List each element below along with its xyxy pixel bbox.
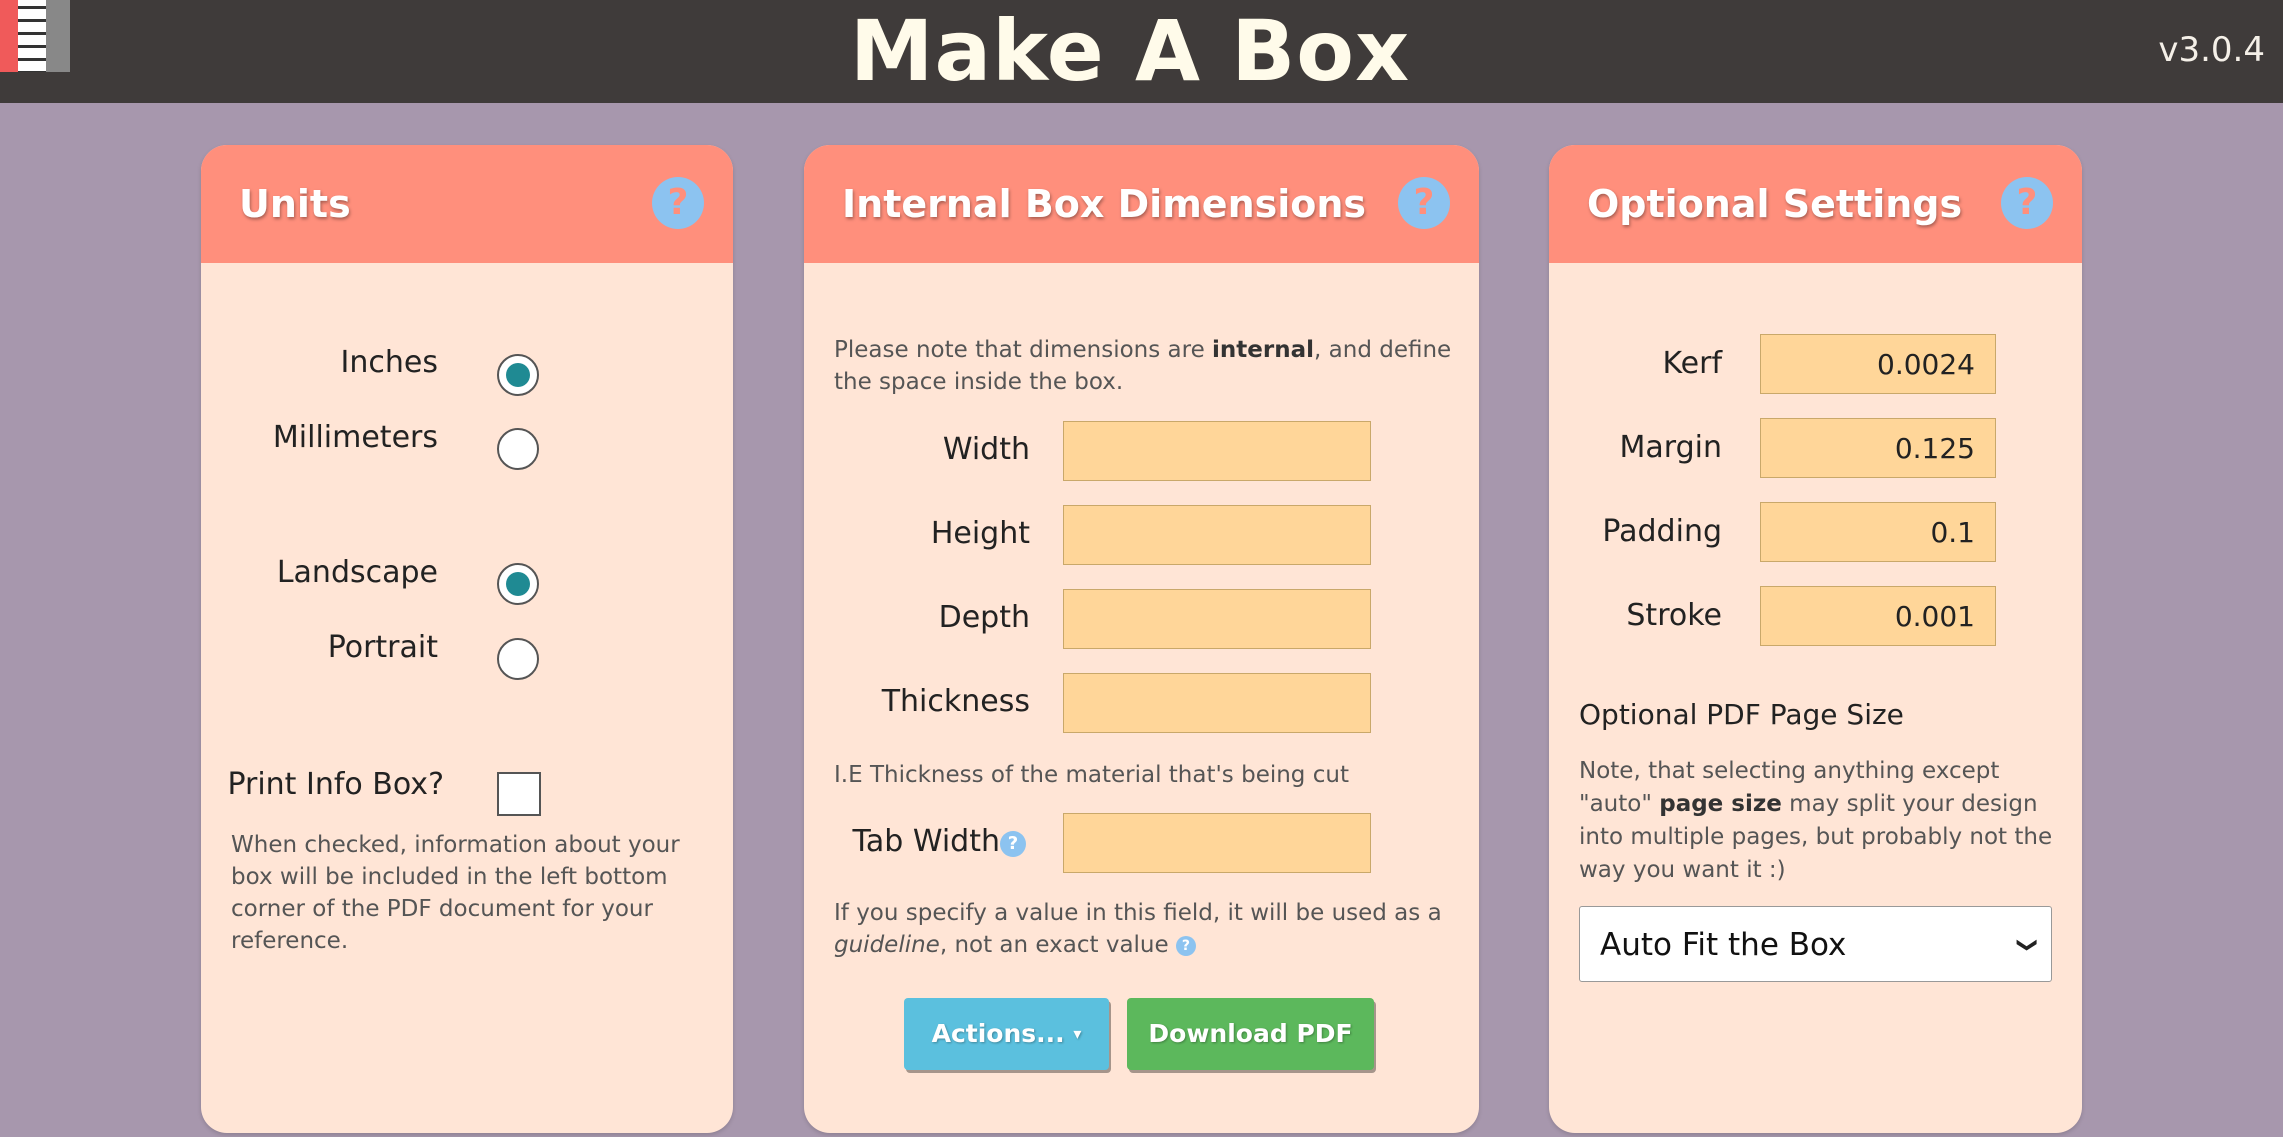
actions-dropdown-button[interactable]: Actions... ▾ — [904, 998, 1109, 1070]
height-input[interactable] — [1063, 505, 1371, 565]
kerf-label: Kerf — [1662, 346, 1722, 381]
pdf-page-size-note: Note, that selecting anything except "au… — [1579, 758, 2053, 883]
stroke-label: Stroke — [1626, 598, 1722, 633]
print-info-checkbox[interactable] — [497, 772, 541, 816]
page-size-selected: Auto Fit the Box — [1600, 927, 1847, 963]
width-input[interactable] — [1063, 421, 1371, 481]
tab-width-help-icon[interactable]: ? — [1000, 831, 1026, 857]
dimensions-title: Internal Box Dimensions — [842, 182, 1367, 226]
tab-width-label: Tab Width — [852, 824, 1000, 859]
optional-card-header: Optional Settings ? — [1549, 145, 2082, 263]
width-label: Width — [942, 432, 1030, 467]
inches-radio[interactable] — [497, 354, 539, 396]
stroke-input[interactable]: 0.001 — [1760, 586, 1996, 646]
depth-input[interactable] — [1063, 589, 1371, 649]
caret-down-icon: ▾ — [1073, 1024, 1082, 1043]
optional-settings-card: Optional Settings ? Kerf 0.0024 Margin 0… — [1549, 145, 2082, 1133]
pdf-page-size-heading: Optional PDF Page Size — [1579, 698, 1904, 731]
optional-title: Optional Settings — [1587, 182, 1963, 226]
margin-input[interactable]: 0.125 — [1760, 418, 1996, 478]
optional-help-icon[interactable]: ? — [2001, 177, 2053, 229]
thickness-note: I.E Thickness of the material that's bei… — [834, 762, 1349, 788]
top-bar: Make A Box v3.0.4 — [0, 0, 2283, 103]
inches-label: Inches — [340, 345, 438, 380]
depth-label: Depth — [938, 600, 1030, 635]
portrait-label: Portrait — [327, 630, 438, 665]
guideline-help-icon[interactable]: ? — [1175, 935, 1196, 956]
version-label: v3.0.4 — [2158, 30, 2265, 70]
padding-input[interactable]: 0.1 — [1760, 502, 1996, 562]
app-title: Make A Box — [849, 2, 1411, 100]
dimensions-note: Please note that dimensions are internal… — [834, 337, 1452, 395]
chevron-down-icon: ❯ — [2016, 936, 2041, 954]
thickness-input[interactable] — [1063, 673, 1371, 733]
tab-width-input[interactable] — [1063, 813, 1371, 873]
download-pdf-button[interactable]: Download PDF — [1127, 998, 1374, 1070]
kerf-input[interactable]: 0.0024 — [1760, 334, 1996, 394]
landscape-radio[interactable] — [497, 563, 539, 605]
millimeters-label: Millimeters — [272, 420, 438, 455]
portrait-radio[interactable] — [497, 638, 539, 680]
print-info-label: Print Info Box? — [227, 767, 444, 802]
height-label: Height — [930, 516, 1030, 551]
units-card: Units ? Inches Millimeters Landscape Por… — [201, 145, 733, 1133]
page-size-select[interactable]: Auto Fit the Box ❯ — [1579, 906, 2052, 982]
dimensions-card-header: Internal Box Dimensions ? — [804, 145, 1479, 263]
print-info-note: When checked, information about your box… — [231, 832, 680, 954]
landscape-label: Landscape — [276, 555, 438, 590]
padding-label: Padding — [1602, 514, 1722, 549]
tab-width-note: If you specify a value in this field, it… — [834, 900, 1442, 958]
units-title: Units — [239, 182, 351, 226]
dimensions-card: Internal Box Dimensions ? Please note th… — [804, 145, 1479, 1133]
margin-label: Margin — [1619, 430, 1722, 465]
units-card-header: Units ? — [201, 145, 733, 263]
thickness-label: Thickness — [881, 684, 1030, 719]
dimensions-help-icon[interactable]: ? — [1398, 177, 1450, 229]
units-help-icon[interactable]: ? — [652, 177, 704, 229]
millimeters-radio[interactable] — [497, 428, 539, 470]
